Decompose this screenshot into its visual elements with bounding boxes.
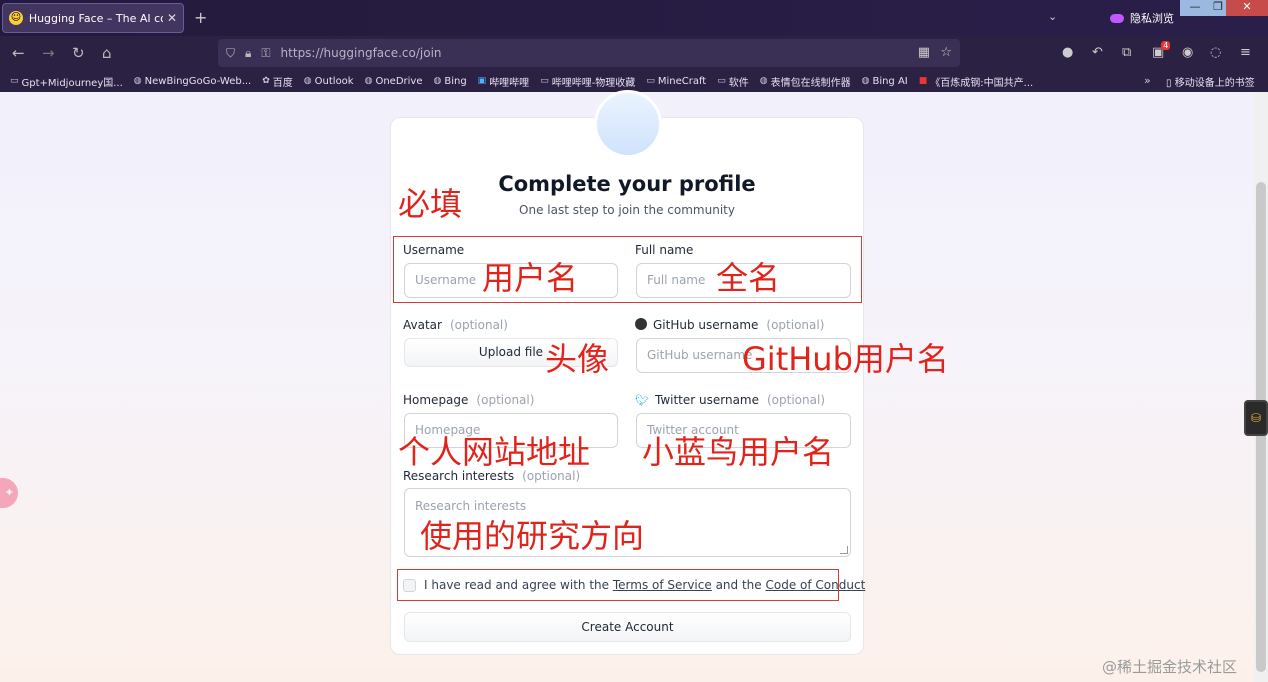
required-fields-box bbox=[393, 236, 862, 303]
globe-icon: ◍ bbox=[861, 76, 870, 86]
create-account-button[interactable]: Create Account bbox=[404, 612, 851, 642]
news-icon: ■ bbox=[918, 76, 928, 86]
extension-circle-icon[interactable]: ◌ bbox=[1210, 45, 1221, 60]
browser-titlebar: ☺ Hugging Face – The AI comm ✕ + ⌄ 隐私浏览 … bbox=[0, 0, 1268, 36]
site-watermark: @稀土掘金技术社区 bbox=[1102, 658, 1238, 676]
bookmark-item[interactable]: ▭ 软件 bbox=[717, 74, 749, 89]
globe-icon: ◍ bbox=[133, 76, 142, 86]
optional-hint: (optional) bbox=[476, 393, 535, 407]
bookmark-star-icon[interactable]: ☆ bbox=[940, 45, 952, 60]
bookmarks-bar: ▭ Gpt+Midjourney国... ◍ NewBingGoGo-Web... … bbox=[0, 70, 1268, 92]
url-text[interactable]: https://huggingface.co/join bbox=[281, 46, 442, 60]
extension-badge-count: 4 bbox=[1161, 41, 1171, 50]
tab-close-icon[interactable]: ✕ bbox=[167, 11, 177, 25]
folder-icon: ▭ bbox=[540, 76, 549, 86]
bookmark-item[interactable]: ◍ Bing bbox=[433, 76, 466, 87]
bookmark-item[interactable]: ◍ OneDrive bbox=[365, 76, 423, 87]
bookmark-item[interactable]: ◍ Bing AI bbox=[862, 76, 908, 87]
annotation-research: 使用的研究方向 bbox=[420, 517, 645, 555]
extension-cursor-icon[interactable]: ◉ bbox=[1182, 45, 1193, 60]
bookmark-item[interactable]: ▭ Gpt+Midjourney国... bbox=[10, 74, 123, 89]
forward-arrow-icon[interactable]: → bbox=[42, 44, 55, 62]
annotation-username: 用户名 bbox=[482, 259, 579, 297]
new-tab-button[interactable]: + bbox=[194, 8, 207, 27]
bookmark-item[interactable]: ✿ 百度 bbox=[262, 74, 293, 89]
side-widget-icon[interactable]: ⛁ bbox=[1244, 400, 1268, 436]
hugging-face-favicon-icon: ☺ bbox=[9, 11, 23, 25]
globe-icon: ◍ bbox=[759, 76, 768, 86]
baidu-icon: ✿ bbox=[262, 76, 270, 86]
annotation-homepage: 个人网站地址 bbox=[398, 433, 591, 471]
list-tabs-chevron-icon[interactable]: ⌄ bbox=[1048, 10, 1057, 23]
shield-icon[interactable]: ⛉ bbox=[226, 46, 235, 61]
resize-handle-icon[interactable] bbox=[840, 546, 848, 554]
page-scrollbar[interactable] bbox=[1254, 92, 1268, 682]
optional-hint: (optional) bbox=[766, 318, 825, 332]
folder-icon: ▭ bbox=[717, 76, 726, 86]
reload-icon[interactable]: ↻ bbox=[72, 44, 85, 62]
bookmark-item[interactable]: ▭ MineCraft bbox=[646, 76, 706, 87]
annotation-avatar: 头像 bbox=[545, 340, 610, 378]
annotation-fullname: 全名 bbox=[716, 259, 781, 297]
github-icon bbox=[635, 318, 647, 330]
private-browsing-label: 隐私浏览 bbox=[1130, 12, 1174, 25]
key-icon[interactable]: ⚿ bbox=[261, 46, 270, 61]
globe-icon: ◍ bbox=[364, 76, 373, 86]
lock-icon[interactable]: 🔒︎ bbox=[245, 46, 251, 61]
home-icon[interactable]: ⌂ bbox=[102, 44, 112, 62]
avatar-label: Avatar (optional) bbox=[403, 318, 508, 332]
bookmark-item[interactable]: ◍ NewBingGoGo-Web... bbox=[134, 76, 251, 87]
folder-icon: ▭ bbox=[10, 76, 19, 86]
window-close-button[interactable]: ✕ bbox=[1226, 0, 1268, 16]
back-arrow-icon[interactable]: ← bbox=[12, 44, 25, 62]
menu-hamburger-icon[interactable]: ≡ bbox=[1240, 45, 1251, 60]
bilibili-icon: ▣ bbox=[477, 76, 487, 86]
bookmark-item[interactable]: ▣ 哔哩哔哩 bbox=[478, 74, 530, 89]
tab-title: Hugging Face – The AI comm bbox=[28, 11, 163, 25]
mobile-bookmarks[interactable]: ▯ 移动设备上的书签 bbox=[1166, 74, 1255, 89]
bookmark-item[interactable]: ▭ 哔哩哔哩-物理收藏 bbox=[540, 74, 635, 89]
mobile-device-icon: ▯ bbox=[1166, 78, 1172, 89]
avatar-placeholder bbox=[594, 90, 662, 158]
optional-hint: (optional) bbox=[449, 318, 508, 332]
annotation-twitter: 小蓝鸟用户名 bbox=[642, 433, 835, 471]
optional-hint: (optional) bbox=[522, 469, 581, 483]
private-browsing-indicator: 隐私浏览 bbox=[1110, 10, 1174, 26]
extension-avatar-icon[interactable]: ● bbox=[1062, 45, 1073, 60]
annotation-required: 必填 bbox=[398, 185, 463, 223]
bookmark-item[interactable]: ■ 《百炼成钢:中国共产... bbox=[919, 74, 1033, 89]
undo-arrow-icon[interactable]: ↶ bbox=[1092, 45, 1103, 60]
github-label: GitHub username (optional) bbox=[635, 318, 824, 332]
extensions-puzzle-icon[interactable]: ⧉ bbox=[1122, 45, 1131, 60]
terms-highlight-box bbox=[397, 569, 839, 601]
folder-icon: ▭ bbox=[646, 76, 655, 86]
private-mask-icon bbox=[1110, 13, 1124, 23]
research-label: Research interests (optional) bbox=[403, 469, 581, 483]
bookmarks-more-chevron-icon[interactable]: » bbox=[1144, 74, 1151, 87]
extension-badge-icon[interactable]: ▣ 4 bbox=[1152, 41, 1171, 60]
annotation-github: GitHub用户名 bbox=[742, 340, 949, 378]
homepage-label: Homepage (optional) bbox=[403, 393, 535, 407]
globe-icon: ◍ bbox=[303, 76, 312, 86]
globe-icon: ◍ bbox=[433, 76, 442, 86]
twitter-label: 🐦︎ Twitter username (optional) bbox=[635, 393, 825, 407]
optional-hint: (optional) bbox=[767, 393, 825, 407]
browser-navbar: ← → ↻ ⌂ ⛉ 🔒︎ ⚿ https://huggingface.co/jo… bbox=[0, 36, 1268, 70]
bookmark-item[interactable]: ◍ Outlook bbox=[304, 76, 354, 87]
address-bar[interactable]: ⛉ 🔒︎ ⚿ https://huggingface.co/join ▦ ☆ bbox=[218, 39, 960, 67]
browser-tab[interactable]: ☺ Hugging Face – The AI comm ✕ bbox=[2, 3, 184, 33]
qr-code-icon[interactable]: ▦ bbox=[918, 45, 930, 60]
twitter-bird-icon: 🐦︎ bbox=[635, 394, 649, 407]
bookmark-item[interactable]: ◍ 表情包在线制作器 bbox=[760, 74, 851, 89]
